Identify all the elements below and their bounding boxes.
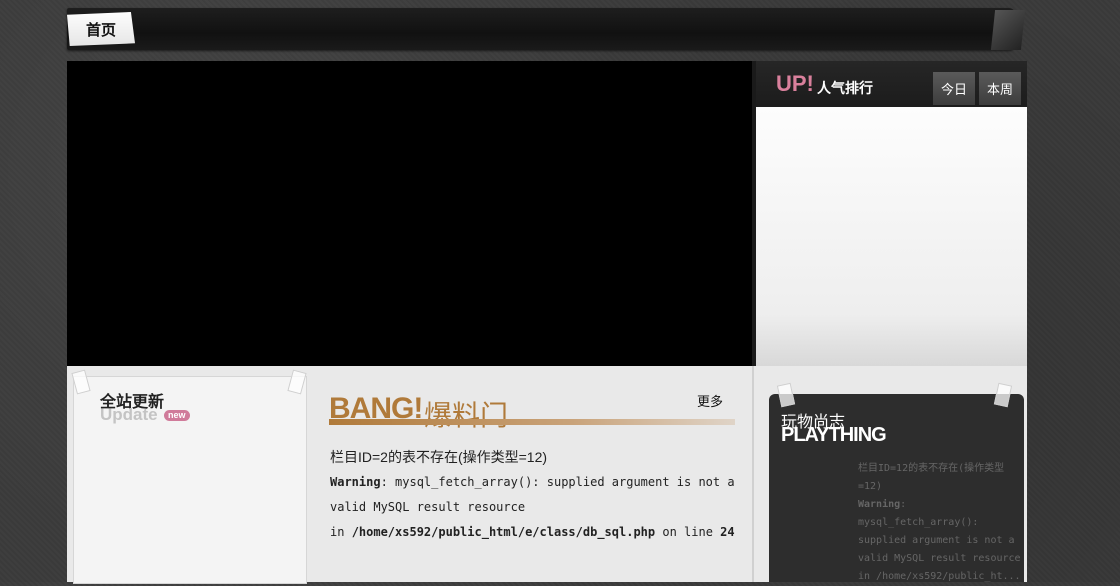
warning-text: : mysql_fetch_array(): supplied argument… — [330, 475, 735, 514]
tab-this-week[interactable]: 本周 — [979, 72, 1021, 105]
tape-decoration — [287, 369, 307, 395]
error-text: 栏目ID=12的表不存在(操作类型=12) — [858, 463, 1005, 492]
warning-line: Warning: mysql_fetch_array(): supplied a… — [330, 470, 740, 520]
lower-section: 全站更新 Update new BANG! 爆料门 更多 栏目ID=2的表不存在… — [67, 366, 1027, 584]
new-badge: new — [164, 410, 190, 421]
in-text: in — [330, 525, 352, 539]
bang-title: 爆料门 — [424, 400, 509, 431]
error-text: 栏目ID=2的表不存在(操作类型=12) — [330, 449, 548, 465]
column-divider — [752, 366, 754, 582]
line-number: 24 — [720, 525, 735, 539]
on-line-text: on line — [655, 525, 721, 539]
main-container: UP! 人气排行 今日 本周 全站更新 Update new BANG! 爆料门… — [67, 61, 1027, 584]
ranking-logo: UP! — [776, 71, 814, 96]
tab-today[interactable]: 今日 — [933, 72, 975, 105]
ranking-list — [756, 107, 1027, 366]
tape-decoration — [776, 382, 796, 408]
bang-error-message: 栏目ID=2的表不存在(操作类型=12) Warning: mysql_fetc… — [330, 445, 740, 545]
video-player-area[interactable] — [67, 61, 752, 366]
tape-decoration — [71, 369, 91, 395]
site-update-panel: 全站更新 Update new — [71, 369, 307, 584]
site-update-subtitle: Update — [100, 405, 158, 424]
warning-label: Warning — [858, 499, 901, 510]
plaything-subtitle: PLAYTHING — [781, 424, 887, 446]
ranking-title: 人气排行 — [817, 80, 873, 96]
file-line: in /home/xs592/public_ht... — [858, 571, 1021, 582]
nav-torn-edge — [990, 10, 1026, 50]
ranking-header: UP! 人气排行 今日 本周 — [756, 61, 1027, 107]
tape-decoration — [993, 382, 1013, 408]
file-line: in /home/xs592/public_html/e/class/db_sq… — [330, 520, 740, 545]
ranking-panel: UP! 人气排行 今日 本周 — [756, 61, 1027, 366]
more-link[interactable]: 更多 — [697, 391, 723, 410]
bang-header: BANG! 爆料门 — [329, 386, 735, 431]
plaything-panel: 玩物尚志 PLAYTHING 栏目ID=12的表不存在(操作类型=12) War… — [769, 382, 1024, 582]
warning-line: Warning: mysql_fetch_array(): supplied a… — [858, 496, 1028, 568]
warning-label: Warning — [330, 475, 381, 489]
top-navigation: 首页 — [67, 8, 1026, 50]
nav-home-tab[interactable]: 首页 — [67, 12, 135, 46]
plaything-error-message: 栏目ID=12的表不存在(操作类型=12) Warning: mysql_fet… — [858, 460, 1028, 586]
bang-underline — [329, 419, 735, 425]
file-path: /home/xs592/public_html/e/class/db_sql.p… — [351, 525, 656, 539]
